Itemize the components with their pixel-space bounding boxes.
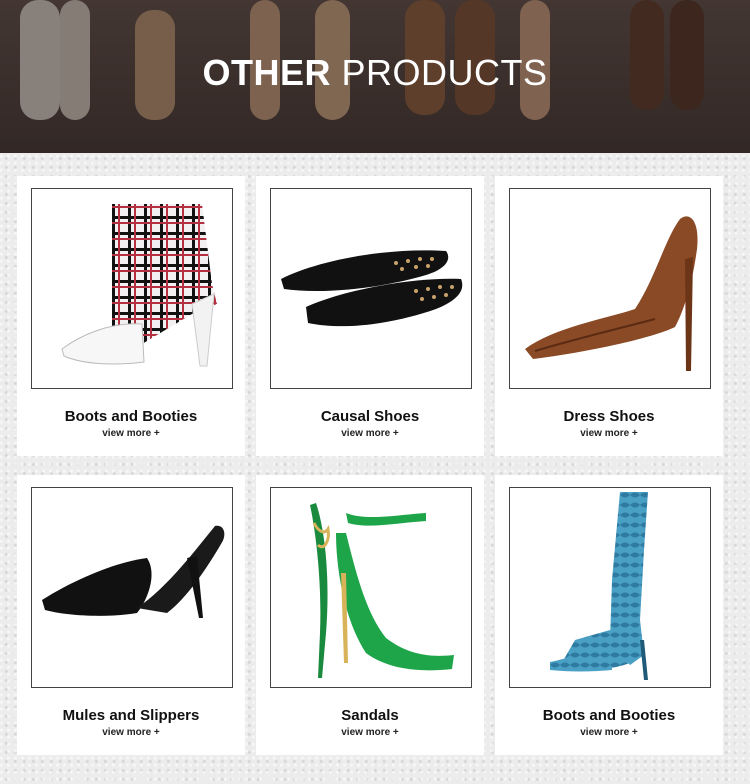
product-title[interactable]: Mules and Slippers [17,707,245,724]
product-card[interactable]: Dress Shoes view more + [495,176,723,456]
product-card[interactable]: Boots and Booties view more + [17,176,245,456]
product-image[interactable] [31,188,233,389]
snakeskin-boot-icon [550,492,648,680]
product-title[interactable]: Dress Shoes [495,408,723,425]
product-title[interactable]: Boots and Booties [17,408,245,425]
product-card[interactable]: Boots and Booties view more + [495,475,723,755]
studded-flat-icon [281,249,463,326]
view-more-link[interactable]: view more + [495,428,723,439]
product-image[interactable] [509,487,711,688]
brown-pump-icon [525,215,698,371]
view-more-link[interactable]: view more + [256,727,484,738]
green-sandal-icon [310,502,454,678]
section-title: OTHER PRODUCTS [202,52,548,93]
product-image[interactable] [31,487,233,688]
product-card[interactable]: Causal Shoes view more + [256,176,484,456]
product-title[interactable]: Sandals [256,707,484,724]
view-more-link[interactable]: view more + [17,727,245,738]
product-title[interactable]: Boots and Booties [495,707,723,724]
product-title[interactable]: Causal Shoes [256,408,484,425]
product-image[interactable] [270,188,472,389]
view-more-link[interactable]: view more + [256,428,484,439]
product-card[interactable]: Sandals view more + [256,475,484,755]
view-more-link[interactable]: view more + [495,727,723,738]
product-image[interactable] [270,487,472,688]
product-card[interactable]: Mules and Slippers view more + [17,475,245,755]
view-more-link[interactable]: view more + [17,428,245,439]
hero-banner: OTHER PRODUCTS [0,0,750,153]
black-mule-icon [42,525,225,618]
product-image[interactable] [509,188,711,389]
plaid-bootie-icon [61,203,217,366]
